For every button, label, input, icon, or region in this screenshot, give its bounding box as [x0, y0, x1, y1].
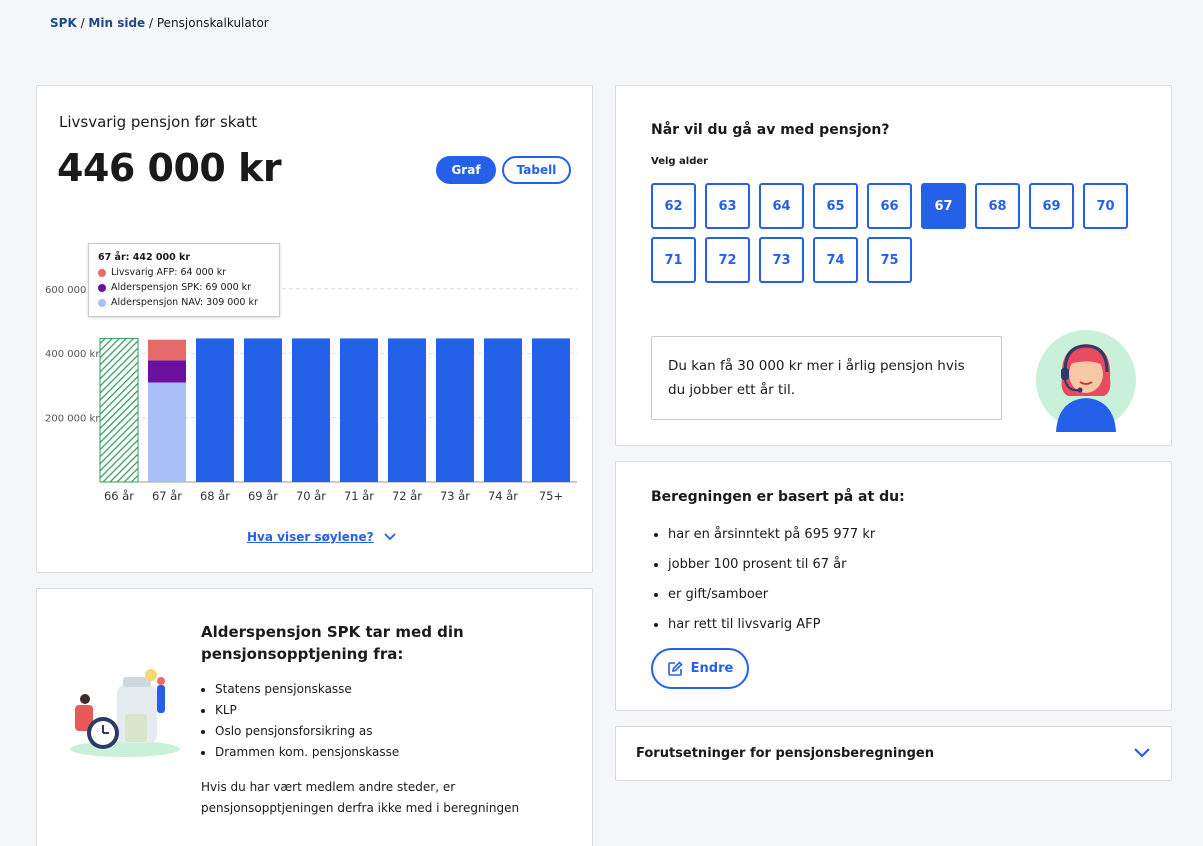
x-tick-label: 71 år	[344, 489, 374, 503]
breadcrumb-current: Pensjonskalkulator	[156, 16, 269, 30]
bar-segment	[148, 360, 186, 383]
bar	[388, 338, 426, 482]
chart-tooltip: 67 år: 442 000 kr Livsvarig AFP: 64 000 …	[88, 243, 280, 317]
explain-bars-label: Hva viser søylene?	[247, 530, 374, 544]
age-button-75[interactable]: 75	[867, 237, 912, 283]
spk-sources-title: Alderspensjon SPK tar med din pensjonsop…	[201, 623, 464, 663]
list-item: Oslo pensjonsforsikring as	[215, 721, 399, 742]
breadcrumb-home-link[interactable]: SPK	[50, 16, 77, 30]
retirement-age-title: Når vil du gå av med pensjon?	[651, 122, 890, 138]
calculation-basis-card: Beregningen er basert på at du: har en å…	[615, 461, 1172, 711]
bar-segment	[148, 382, 186, 482]
chevron-down-icon[interactable]	[1133, 747, 1151, 759]
spk-sources-list: Statens pensjonskasse KLP Oslo pensjonsf…	[215, 679, 399, 763]
nav-legend-dot	[98, 298, 106, 307]
list-item: har en årsinntekt på 695 977 kr	[668, 520, 875, 550]
age-button-66[interactable]: 66	[867, 183, 912, 229]
pension-chart-card: Livsvarig pensjon før skatt 446 000 kr G…	[36, 85, 593, 573]
y-tick-label: 200 000 kr	[45, 414, 100, 425]
age-button-74[interactable]: 74	[813, 237, 858, 283]
x-tick-label: 69 år	[248, 489, 278, 503]
advice-speech-bubble: Du kan få 30 000 kr mer i årlig pensjon …	[651, 336, 1002, 420]
tooltip-row-label: Alderspensjon NAV: 309 000 kr	[111, 297, 258, 308]
age-button-69[interactable]: 69	[1029, 183, 1074, 229]
bar	[292, 338, 330, 482]
age-button-63[interactable]: 63	[705, 183, 750, 229]
tooltip-row-spk: Alderspensjon SPK: 69 000 kr	[98, 280, 270, 295]
list-item: Drammen kom. pensjonskasse	[215, 742, 399, 763]
age-button-73[interactable]: 73	[759, 237, 804, 283]
calculation-basis-title: Beregningen er basert på at du:	[651, 489, 905, 505]
age-button-68[interactable]: 68	[975, 183, 1020, 229]
graph-toggle-button[interactable]: Graf	[436, 156, 496, 184]
breadcrumb: SPK / Min side / Pensjonskalkulator	[50, 16, 269, 30]
bar	[484, 338, 522, 482]
bar	[436, 338, 474, 482]
savings-jar-illustration	[70, 669, 180, 757]
pension-amount: 446 000 kr	[57, 146, 282, 190]
list-item: jobber 100 prosent til 67 år	[668, 550, 875, 580]
chevron-down-icon	[383, 533, 396, 541]
spk-sources-note: Hvis du har vært medlem andre steder, er…	[201, 780, 520, 815]
list-item: Statens pensjonskasse	[215, 679, 399, 700]
x-tick-label: 73 år	[440, 489, 470, 503]
x-tick-label: 67 år	[152, 489, 182, 503]
retirement-age-card: Når vil du gå av med pensjon? Velg alder…	[615, 85, 1172, 446]
y-tick-label: 400 000 kr	[45, 349, 100, 360]
tooltip-row-label: Livsvarig AFP: 64 000 kr	[111, 267, 227, 278]
age-button-64[interactable]: 64	[759, 183, 804, 229]
table-toggle-button[interactable]: Tabell	[502, 156, 571, 184]
bar	[99, 337, 139, 483]
select-age-label: Velg alder	[651, 156, 709, 167]
bar	[196, 338, 234, 482]
age-button-71[interactable]: 71	[651, 237, 696, 283]
age-button-65[interactable]: 65	[813, 183, 858, 229]
x-tick-label: 72 år	[392, 489, 422, 503]
explain-bars-link[interactable]: Hva viser søylene?	[247, 530, 396, 544]
age-button-grid: 62 63 64 65 66 67 68 69 70 71 72 73 74 7…	[651, 183, 1141, 283]
x-tick-label: 68 år	[200, 489, 230, 503]
age-button-70[interactable]: 70	[1083, 183, 1128, 229]
assumptions-accordion[interactable]: Forutsetninger for pensjonsberegningen	[615, 726, 1172, 781]
x-tick-label: 75+	[539, 489, 563, 503]
breadcrumb-separator: /	[145, 16, 157, 30]
edit-icon	[667, 660, 683, 676]
age-button-62[interactable]: 62	[651, 183, 696, 229]
assumptions-accordion-title: Forutsetninger for pensjonsberegningen	[636, 746, 934, 761]
tooltip-row-nav: Alderspensjon NAV: 309 000 kr	[98, 295, 270, 310]
x-tick-label: 70 år	[296, 489, 326, 503]
breadcrumb-separator: /	[76, 16, 89, 30]
calculation-basis-list: har en årsinntekt på 695 977 kr jobber 1…	[668, 520, 875, 640]
spk-sources-card: Alderspensjon SPK tar med din pensjonsop…	[36, 588, 593, 846]
list-item: har rett til livsvarig AFP	[668, 610, 875, 640]
list-item: er gift/samboer	[668, 580, 875, 610]
spk-legend-dot	[98, 283, 106, 292]
edit-button[interactable]: Endre	[651, 648, 749, 689]
list-item: KLP	[215, 700, 399, 721]
bar	[532, 338, 570, 482]
age-button-67[interactable]: 67	[921, 183, 966, 229]
tooltip-row-label: Alderspensjon SPK: 69 000 kr	[111, 282, 252, 293]
breadcrumb-mypage-link[interactable]: Min side	[88, 16, 145, 30]
bar	[340, 338, 378, 482]
x-tick-label: 74 år	[488, 489, 518, 503]
afp-legend-dot	[98, 268, 106, 277]
bar-segment	[148, 339, 186, 361]
advisor-avatar	[1036, 330, 1136, 432]
x-tick-label: 66 år	[104, 489, 134, 503]
pension-label: Livsvarig pensjon før skatt	[59, 113, 258, 131]
age-button-72[interactable]: 72	[705, 237, 750, 283]
tooltip-row-afp: Livsvarig AFP: 64 000 kr	[98, 265, 270, 280]
tooltip-title: 67 år: 442 000 kr	[98, 252, 191, 263]
bar	[244, 338, 282, 482]
edit-button-label: Endre	[690, 661, 734, 676]
